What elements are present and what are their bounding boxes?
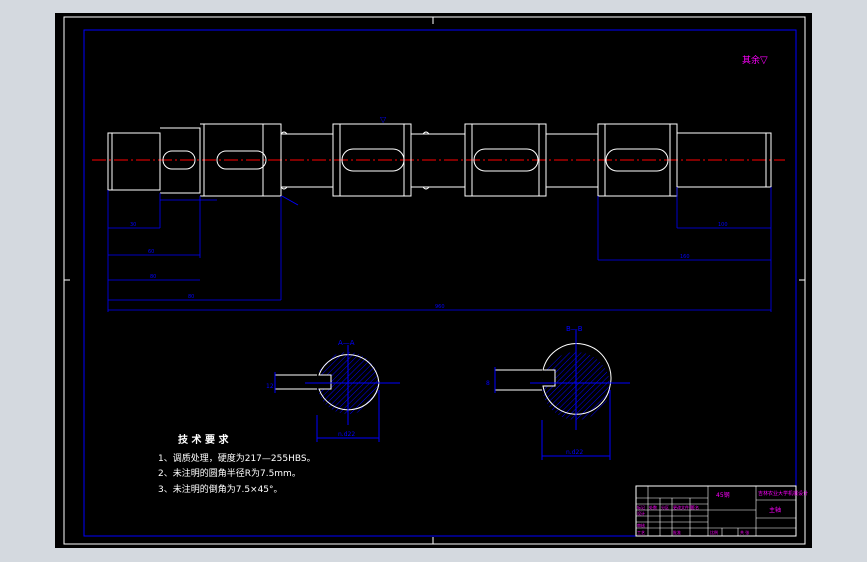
tb-row-1: 标记 <box>637 504 645 510</box>
tech-item-1: 1、调质处理，硬度为217—255HBS。 <box>158 452 316 464</box>
tb-design: 设计 <box>637 510 645 516</box>
tech-title: 技 术 要 求 <box>178 433 229 446</box>
tb-scale: 比例 <box>710 529 718 535</box>
dim-d7: 160 <box>680 254 690 260</box>
tb-row-3: 分区 <box>661 504 669 510</box>
tb-material: 45钢 <box>716 491 730 499</box>
paper-background <box>55 13 812 548</box>
sec-b-depth: n.d22 <box>566 449 583 456</box>
dim-d3: 80 <box>150 274 156 280</box>
tb-process: 工艺 <box>637 530 645 535</box>
shaft-roughness-icon: ▽ <box>380 115 387 124</box>
dim-d2: 60 <box>148 249 154 255</box>
tb-school: 吉林农业大学机械设计 <box>758 490 808 497</box>
tech-item-2: 2、未注明的圆角半径R为7.5mm。 <box>158 467 301 479</box>
roughness-note: 其余 <box>742 54 760 66</box>
tb-row-4: 更改文件号 <box>673 504 693 510</box>
tech-item-3: 3、未注明的倒角为7.5×45°。 <box>158 483 283 495</box>
dim-d4: 80 <box>188 294 194 300</box>
dim-d8: 960 <box>435 304 445 310</box>
dim-d6: 100 <box>718 222 728 228</box>
drawing-sheet: 其余 ▽ ▽ 30 60 80 80 960 160 100 A—A 12 n.… <box>0 0 867 562</box>
sec-a-width: 12 <box>266 383 274 390</box>
roughness-symbol-icon: ▽ <box>760 55 768 66</box>
tb-row-5: 签名 <box>691 504 699 510</box>
tb-approve: 批准 <box>673 529 681 535</box>
cad-viewport[interactable]: 其余 ▽ ▽ 30 60 80 80 960 160 100 A—A 12 n.… <box>0 0 867 562</box>
dim-d1: 30 <box>130 222 136 228</box>
section-aa-label: A—A <box>338 339 355 347</box>
sec-a-depth: n.d22 <box>338 431 355 438</box>
sec-b-width: 8 <box>486 380 490 387</box>
tb-part-name: 主轴 <box>769 506 781 514</box>
tb-row-2: 处数 <box>649 504 657 510</box>
tb-sheet: 共 张 <box>740 529 749 535</box>
tb-check: 审核 <box>637 522 645 528</box>
section-bb-label: B—B <box>566 325 583 333</box>
